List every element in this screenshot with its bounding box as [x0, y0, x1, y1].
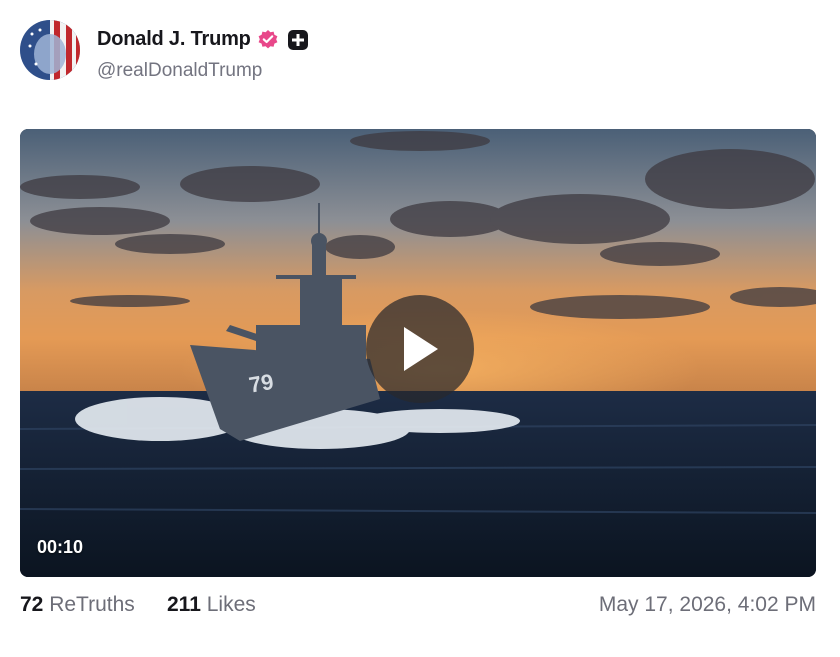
retruths-label: ReTruths	[49, 593, 135, 616]
likes-count[interactable]: 211 Likes	[167, 593, 256, 617]
plus-badge-icon	[287, 29, 309, 51]
video-duration: 00:10	[37, 537, 84, 557]
verified-badge-icon	[257, 29, 279, 51]
author-handle[interactable]: @realDonaldTrump	[97, 60, 262, 82]
name-row: Donald J. Trump	[97, 28, 309, 51]
post-footer: 72 ReTruths 211 Likes May 17, 2026, 4:02…	[20, 593, 816, 621]
play-icon	[404, 327, 438, 371]
play-button[interactable]	[366, 295, 474, 403]
display-name[interactable]: Donald J. Trump	[97, 28, 251, 51]
post-header: Donald J. Trump @realDonaldTrump	[20, 20, 820, 82]
retruths-count[interactable]: 72 ReTruths	[20, 593, 135, 617]
video-player[interactable]: 79 00:10	[20, 129, 816, 577]
retruths-number: 72	[20, 593, 44, 616]
likes-label: Likes	[206, 593, 256, 616]
hull-number: 79	[247, 369, 275, 398]
post-timestamp[interactable]: May 17, 2026, 4:02 PM	[599, 593, 816, 617]
likes-number: 211	[167, 593, 201, 616]
avatar[interactable]	[20, 20, 80, 80]
